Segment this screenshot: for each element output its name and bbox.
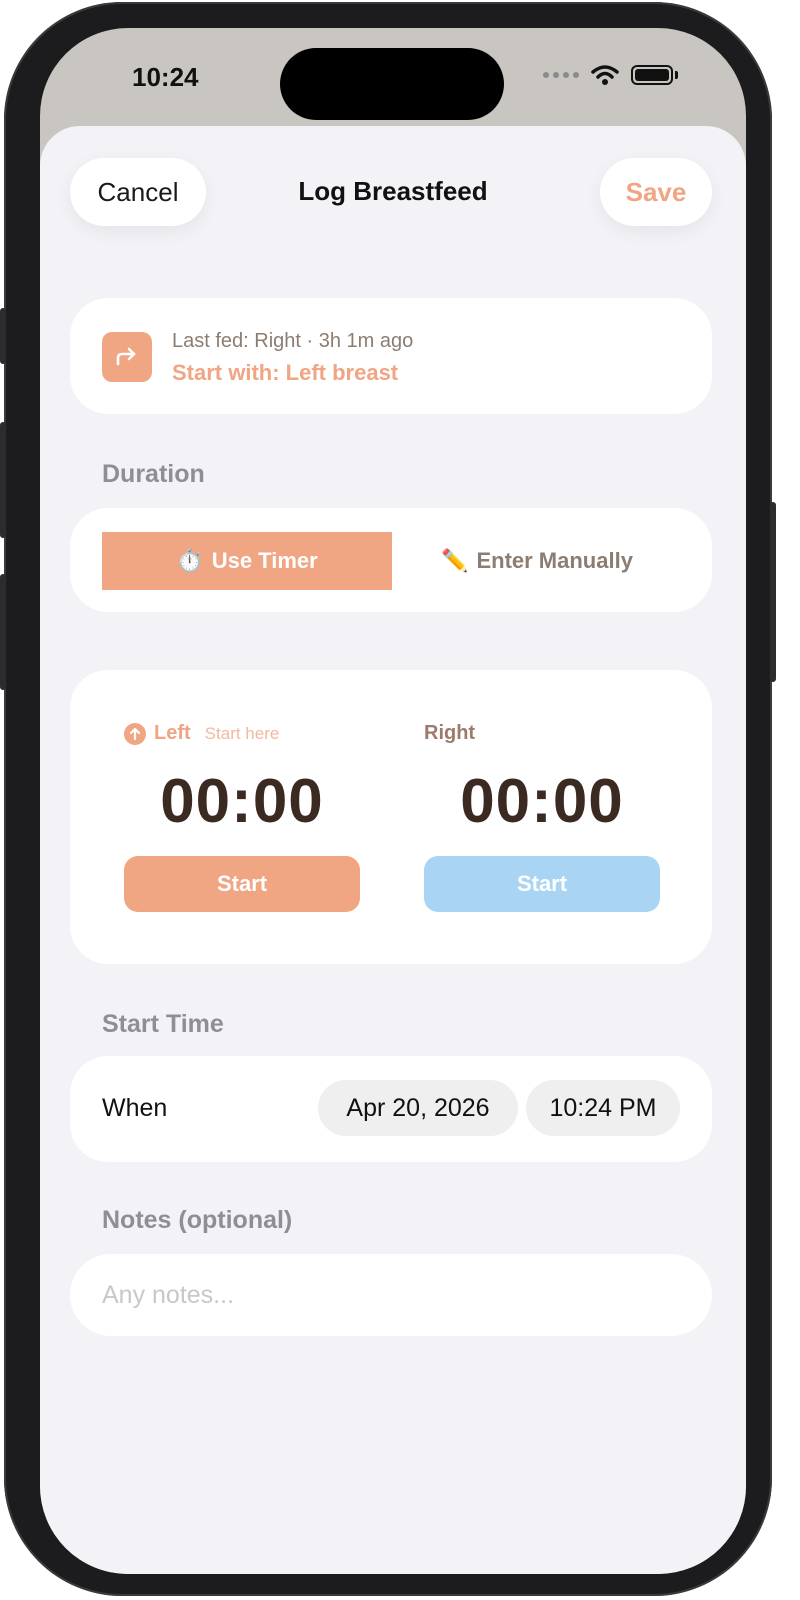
status-bar: 10:24	[40, 28, 746, 128]
battery-icon	[631, 65, 673, 85]
date-picker[interactable]: Apr 20, 2026	[318, 1080, 518, 1136]
left-timer-value: 00:00	[160, 767, 324, 836]
enter-manually-label: Enter Manually	[476, 548, 633, 573]
start-with-recommendation: Start with: Left breast	[172, 360, 399, 385]
last-fed-card: Last fed: Right · 3h 1m ago Start with: …	[70, 298, 712, 414]
left-label-row: Left Start here	[124, 722, 279, 745]
volume-up-button	[0, 422, 6, 538]
screen: 10:24 Cancel Log Breastfeed Save Last fe…	[40, 28, 746, 1574]
duration-section-label: Duration	[102, 460, 205, 488]
battery-tip	[675, 71, 678, 79]
right-start-button[interactable]: Start	[424, 856, 660, 912]
arrow-up-circle-icon	[124, 722, 146, 745]
left-side-label: Left	[154, 722, 191, 744]
right-timer-value: 00:00	[460, 767, 624, 836]
volume-down-button	[0, 574, 6, 690]
notes-section-label: Notes (optional)	[102, 1206, 293, 1234]
arrow-turn-right-icon	[102, 332, 152, 382]
right-label-row: Right	[424, 722, 475, 745]
right-timer: Right 00:00 Start	[424, 670, 660, 964]
mute-switch	[0, 308, 6, 364]
right-side-label: Right	[424, 722, 476, 744]
save-button[interactable]: Save	[600, 158, 712, 226]
enter-manually-segment[interactable]: ✏️ Enter Manually	[392, 532, 682, 590]
status-icons	[543, 64, 678, 86]
cellular-signal-icon	[543, 72, 579, 78]
start-time-section-label: Start Time	[102, 1010, 224, 1038]
notes-input[interactable]	[70, 1254, 712, 1336]
stopwatch-icon: ⏱️	[176, 548, 204, 573]
status-time: 10:24	[132, 62, 199, 92]
dynamic-island	[280, 48, 504, 120]
pencil-icon: ✏️	[441, 548, 469, 573]
start-here-hint: Start here	[204, 723, 280, 743]
time-picker[interactable]: 10:24 PM	[526, 1080, 680, 1136]
last-fed-summary: Last fed: Right · 3h 1m ago	[172, 330, 414, 352]
wifi-icon	[591, 65, 619, 85]
left-start-button[interactable]: Start	[124, 856, 360, 912]
power-button	[770, 502, 776, 682]
when-label: When	[102, 1094, 168, 1122]
start-time-card: When Apr 20, 2026 10:24 PM	[70, 1056, 712, 1162]
phone-frame: 10:24 Cancel Log Breastfeed Save Last fe…	[0, 2, 776, 1596]
log-breastfeed-sheet: Cancel Log Breastfeed Save Last fed: Rig…	[40, 126, 746, 1574]
left-timer: Left Start here 00:00 Start	[124, 670, 360, 964]
timer-card: Left Start here 00:00 Start Right 00:00 …	[70, 670, 712, 964]
use-timer-segment[interactable]: ⏱️ Use Timer	[102, 532, 392, 590]
use-timer-label: Use Timer	[211, 548, 318, 573]
duration-mode-selector: ⏱️ Use Timer ✏️ Enter Manually	[70, 508, 712, 612]
